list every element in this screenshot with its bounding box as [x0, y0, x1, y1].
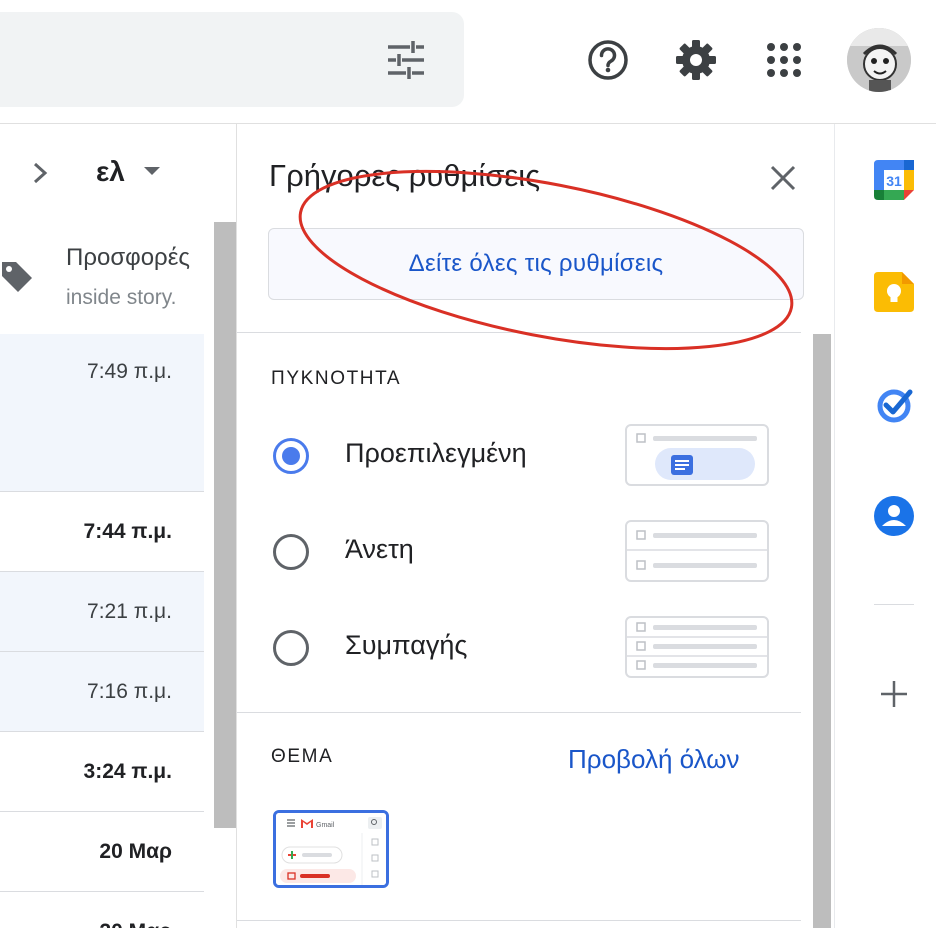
quick-settings-panel: Γρήγορες ρυθμίσεις Δείτε όλες τις ρυθμίσ… — [237, 124, 834, 928]
quick-settings-title: Γρήγορες ρυθμίσεις — [269, 158, 541, 193]
density-preview-compact[interactable] — [625, 616, 769, 678]
contacts-icon[interactable] — [874, 496, 914, 536]
list-item[interactable]: 7:16 π.μ. — [0, 652, 204, 732]
list-item[interactable]: 7:44 π.μ. — [0, 492, 204, 572]
mail-time: 7:49 π.μ. — [87, 360, 172, 383]
side-panel-border — [834, 124, 835, 928]
view-all-themes-link[interactable]: Προβολή όλων — [568, 744, 740, 775]
keep-icon[interactable] — [874, 272, 914, 312]
mail-time: 7:44 π.μ. — [83, 520, 172, 543]
calendar-icon[interactable]: 31 — [874, 160, 914, 200]
density-option-label: Άνετη — [345, 534, 414, 564]
density-option-label: Συμπαγής — [345, 630, 468, 660]
list-item[interactable]: 3:24 π.μ. — [0, 732, 204, 812]
apps-grid-icon[interactable] — [762, 38, 806, 82]
theme-heading: ΘΕΜΑ — [271, 746, 334, 767]
language-selector[interactable]: ελ — [96, 156, 125, 188]
calendar-day: 31 — [886, 173, 902, 189]
mail-time: 7:16 π.μ. — [87, 680, 172, 703]
chevron-right-icon[interactable] — [28, 158, 54, 188]
tune-icon[interactable] — [384, 38, 428, 82]
gear-icon[interactable] — [674, 38, 718, 82]
side-panel-divider — [874, 604, 914, 605]
list-item[interactable]: 7:49 π.μ. — [0, 334, 204, 492]
density-preview-default[interactable] — [625, 424, 769, 486]
list-item[interactable]: 7:21 π.μ. — [0, 572, 204, 652]
tag-icon — [0, 258, 34, 294]
mail-time: 7:21 π.μ. — [87, 600, 172, 623]
theme-brand: Gmail — [316, 822, 335, 829]
avatar[interactable] — [847, 28, 911, 92]
plus-icon[interactable] — [878, 678, 910, 710]
density-option-label: Προεπιλεγμένη — [345, 438, 527, 468]
mail-time: 20 Μαρ — [99, 840, 172, 863]
radio-unselected-icon[interactable] — [273, 630, 309, 666]
mail-time: 3:24 π.μ. — [83, 760, 172, 783]
radio-selected-icon[interactable] — [273, 438, 309, 474]
theme-thumbnail-default[interactable]: Gmail — [273, 810, 389, 888]
close-icon[interactable] — [767, 162, 799, 194]
list-item[interactable]: 20 Μαρ — [0, 812, 204, 892]
help-icon[interactable] — [586, 38, 630, 82]
section-divider — [237, 920, 801, 921]
list-scrollbar[interactable] — [214, 222, 236, 828]
mail-time: 20 Μαρ — [99, 920, 172, 928]
tasks-icon[interactable] — [874, 384, 914, 424]
section-divider — [237, 712, 801, 713]
promo-category-subtitle: inside story. — [66, 286, 177, 309]
promo-category-title[interactable]: Προσφορές — [66, 244, 206, 272]
caret-down-icon[interactable] — [144, 167, 160, 175]
density-heading: ΠΥΚΝΟΤΗΤΑ — [271, 368, 402, 389]
quick-settings-scrollbar[interactable] — [813, 334, 831, 928]
radio-unselected-icon[interactable] — [273, 534, 309, 570]
see-all-settings-button[interactable]: Δείτε όλες τις ρυθμίσεις — [268, 228, 804, 300]
section-divider — [237, 332, 801, 333]
list-item[interactable]: 20 Μαρ — [0, 892, 204, 928]
density-preview-comfortable[interactable] — [625, 520, 769, 582]
